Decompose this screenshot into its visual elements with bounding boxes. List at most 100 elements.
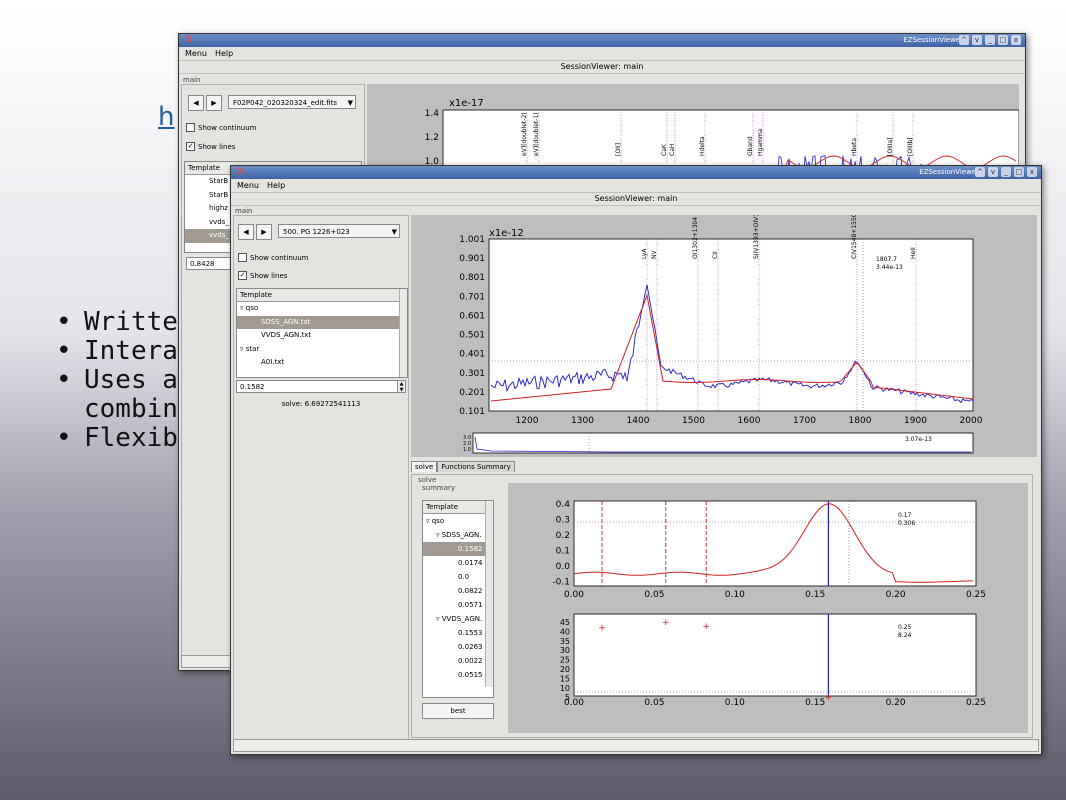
back-caption: SessionViewer: main — [179, 61, 1025, 74]
y-tick-label: 0.901 — [459, 254, 485, 264]
summary-tree-item[interactable]: 0.0174 — [423, 556, 493, 570]
summary-tree[interactable]: Template ▿ qso ▿ SDSS_AGN. 0.1582 0.0174 0.0… — [422, 500, 494, 698]
show-lines-checkbox[interactable]: ✓ Show lines — [186, 142, 235, 151]
summary-tree-item[interactable]: 0.0822 — [423, 584, 493, 598]
chi-x-tick: 0.20 — [886, 698, 906, 708]
menu-menu[interactable]: Menu — [185, 49, 207, 58]
mini-frame — [472, 432, 974, 454]
summary-tree-group[interactable]: ▿ SDSS_AGN. — [423, 528, 493, 542]
corr-x-tick: 0.15 — [805, 590, 825, 600]
corr-x-tick: 0.10 — [725, 590, 745, 600]
next-button[interactable]: ▶ — [256, 224, 272, 240]
chi-x-tick: 0.05 — [644, 698, 664, 708]
shade-icon[interactable]: ^ — [959, 35, 969, 45]
minimize-icon[interactable]: _ — [985, 35, 995, 45]
show-continuum-checkbox[interactable]: Show continuum — [186, 123, 257, 132]
maximize-icon[interactable]: □ — [1014, 167, 1024, 177]
tree-item[interactable]: VVDS_AGN.txt — [237, 329, 407, 343]
chi-point: + — [598, 624, 606, 634]
menu-menu[interactable]: Menu — [237, 181, 259, 190]
solve-result-text: solve: 6.69272541113 — [281, 400, 361, 408]
maximize-icon[interactable]: □ — [998, 35, 1008, 45]
summary-tree-item[interactable]: 0.0515 — [423, 668, 493, 682]
y-tick-label: 0.201 — [459, 388, 485, 398]
correlation-plots[interactable]: 0.4 0.3 0.2 0.1 0.0 -0.1 0.00 0.05 0.10 0.15 0.20 0… — [508, 483, 1028, 733]
y-tick-label: 0.701 — [459, 292, 485, 302]
summary-tree-item[interactable]: 0.1582 — [423, 542, 493, 556]
summary-tree-item[interactable]: 0.0 — [423, 570, 493, 584]
corr-frame — [573, 500, 977, 587]
front-left-panel: ◀ ▶ 500. PG 1226+023 ▼ Show continuum ✓ Sh… — [233, 215, 409, 742]
chi-y-tick: 30 — [560, 646, 570, 655]
summary-tree-group[interactable]: ▿ qso — [423, 514, 493, 528]
y-tick-label: 0.301 — [459, 369, 485, 379]
y-tick-label: 1.4 — [425, 109, 440, 119]
cursor-readout: 1807.7 — [876, 256, 897, 263]
prev-button[interactable]: ◀ — [238, 224, 254, 240]
front-spectrum-plot[interactable]: x1e-12 1.001 0.901 0.801 0.701 0.601 0.501 0.4… — [411, 215, 1037, 427]
line-label: Hbeta — [851, 138, 858, 156]
chi-point: + — [825, 693, 833, 703]
y-tick-label: 0.801 — [459, 273, 485, 283]
y-tick-label: 1.001 — [459, 235, 485, 245]
mini-tick: 1.0 — [463, 447, 471, 453]
front-titlebar[interactable]: X EZSessionViewer ^ v _ □ x — [231, 166, 1041, 179]
next-button[interactable]: ▶ — [206, 95, 222, 111]
line-label: SiIV1393+OIV1402 — [753, 215, 760, 259]
tree-scrollbar[interactable] — [399, 289, 407, 377]
bullet-item: • Writte — [56, 307, 178, 337]
back-titlebar[interactable]: X EZSessionViewer ^ v _ □ x — [179, 34, 1025, 47]
summary-tree-item[interactable]: 0.0571 — [423, 598, 493, 612]
bullet-item: •combin — [84, 394, 178, 424]
corr-y-tick: 0.2 — [556, 531, 570, 541]
unshade-icon[interactable]: v — [988, 167, 998, 177]
tree-item[interactable]: A0I.txt — [237, 356, 407, 370]
line-label: [OIIIb] — [907, 137, 914, 156]
tree-group-star[interactable]: ▿ star — [237, 343, 407, 357]
shade-icon[interactable]: ^ — [975, 167, 985, 177]
unshade-icon[interactable]: v — [972, 35, 982, 45]
object-combo[interactable]: 500. PG 1226+023 ▼ — [278, 224, 400, 238]
summary-tree-item[interactable]: 0.0022 — [423, 654, 493, 668]
menu-help[interactable]: Help — [215, 49, 233, 58]
front-template-tree[interactable]: Template ▿ qso SDSS_AGN.txt VVDS_AGN.txt… — [236, 288, 408, 378]
tree-item[interactable]: SDSS_AGN.txt — [237, 315, 407, 329]
corr-y-tick: 0.4 — [556, 500, 571, 510]
summary-scrollbar[interactable] — [485, 501, 493, 687]
chi-y-tick: 20 — [560, 665, 570, 674]
chi-y-tick: 10 — [560, 684, 570, 693]
corr-x-tick: 0.00 — [564, 590, 584, 600]
summary-tree-group[interactable]: ▿ VVDS_AGN. — [423, 612, 493, 626]
show-continuum-checkbox[interactable]: Show continuum — [238, 253, 309, 262]
front-menubar: Menu Help — [231, 179, 1041, 193]
tree-group-qso[interactable]: ▿ qso — [237, 302, 407, 316]
chi-readout: 8.24 — [898, 632, 912, 639]
tab-functions-summary[interactable]: Functions Summary — [437, 461, 515, 472]
close-icon[interactable]: x — [1027, 167, 1037, 177]
mini-overview-plot[interactable]: 3.0 2.0 1.0 3.07e-13 — [411, 431, 1037, 457]
redshift-spinbox[interactable]: 0.1582 ▲ ▼ — [236, 380, 406, 393]
best-button[interactable]: best — [422, 703, 494, 719]
chi-frame — [573, 613, 977, 697]
slide-link[interactable]: h — [158, 102, 174, 132]
minimize-icon[interactable]: _ — [1001, 167, 1011, 177]
close-icon[interactable]: x — [1011, 35, 1021, 45]
x-tick-label: 1600 — [738, 416, 761, 426]
summary-tree-item[interactable]: 0.1553 — [423, 626, 493, 640]
chi-readout: 0.25 — [898, 624, 912, 631]
tab-solve[interactable]: solve — [411, 461, 438, 472]
file-combo[interactable]: F02P042_020320324_edit.fits ▼ — [228, 95, 356, 109]
corr-y-tick: 0.0 — [556, 562, 571, 572]
line-label: CaK — [661, 143, 668, 156]
chi-point: + — [662, 618, 670, 628]
chi-y-tick: 15 — [560, 674, 570, 683]
line-label: CII — [712, 251, 719, 259]
menu-help[interactable]: Help — [267, 181, 285, 190]
line-label: Hdelta — [699, 136, 706, 156]
prev-button[interactable]: ◀ — [188, 95, 204, 111]
slide-bullet-list: •Writte •Intera •Uses a •combin •Flexib — [56, 308, 178, 453]
bottom-tabs: solve Functions Summary — [411, 461, 515, 472]
x-tick-label: 1900 — [904, 416, 927, 426]
summary-tree-item[interactable]: 0.0263 — [423, 640, 493, 654]
show-lines-checkbox[interactable]: ✓ Show lines — [238, 271, 287, 280]
